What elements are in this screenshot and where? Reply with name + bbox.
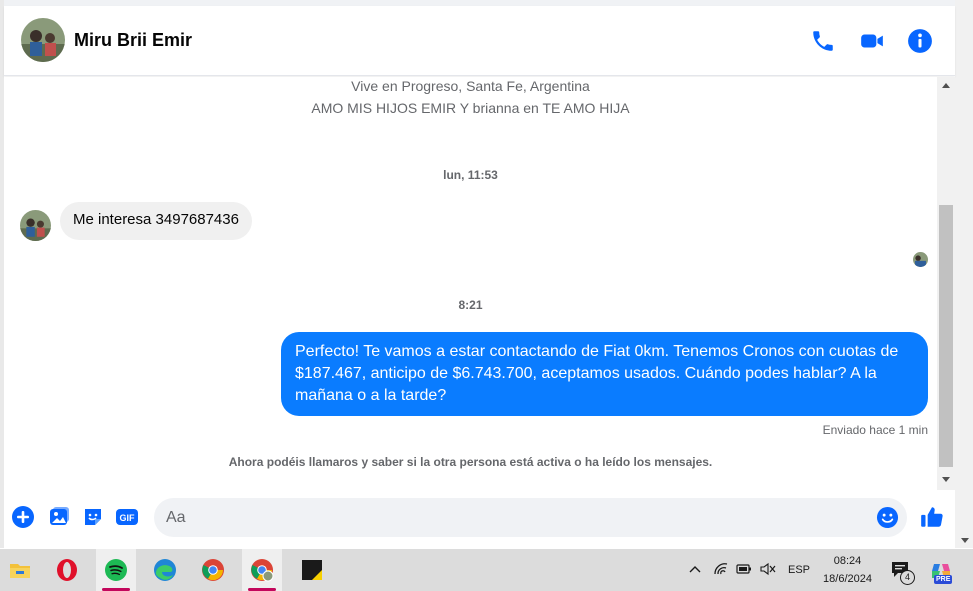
page-scroll-down-icon[interactable] (961, 538, 969, 543)
svg-text:GIF: GIF (120, 513, 136, 523)
message-composer: GIF Aa (4, 490, 955, 548)
edge-icon (154, 559, 176, 581)
clock-date[interactable]: 18/6/2024 (800, 573, 895, 585)
scroll-up-arrow-icon[interactable] (942, 83, 950, 88)
seen-indicator-avatar (913, 252, 928, 267)
file-explorer-app[interactable] (0, 549, 40, 591)
clock-time[interactable]: 08:24 (800, 555, 895, 567)
message-scrollbar[interactable] (937, 77, 955, 490)
volume-muted-icon[interactable] (760, 562, 776, 576)
contact-name[interactable]: Miru Brii Emir (74, 30, 192, 51)
messenger-window: Miru Brii Emir Vive en Progreso, Santa F… (0, 0, 973, 591)
info-icon[interactable] (907, 28, 933, 54)
message-timestamp: lun, 11:53 (443, 168, 498, 182)
sticker-icon[interactable] (81, 505, 105, 529)
message-timestamp: 8:21 (458, 298, 483, 312)
battery-icon[interactable] (736, 563, 752, 575)
notification-count-badge: 4 (900, 570, 915, 585)
chrome-icon (202, 559, 224, 581)
emoji-icon[interactable] (876, 506, 899, 529)
gif-icon[interactable]: GIF (115, 505, 139, 529)
outgoing-message[interactable]: Perfecto! Te vamos a estar contactando d… (281, 332, 928, 416)
chrome-profile-app[interactable] (242, 549, 282, 591)
video-call-icon[interactable] (859, 28, 885, 54)
wifi-icon[interactable] (713, 562, 729, 576)
incoming-message[interactable]: Me interesa 3497687436 (60, 202, 252, 240)
scrollbar-thumb[interactable] (939, 205, 953, 467)
opera-icon (57, 559, 77, 581)
windows-taskbar: ESP 08:24 18/6/2024 4 PRE (0, 549, 973, 591)
sticky-notes-app[interactable] (292, 549, 332, 591)
sent-status: Enviado hace 1 min (822, 423, 928, 437)
message-input-placeholder: Aa (166, 509, 186, 526)
folder-icon (10, 564, 30, 578)
chat-header: Miru Brii Emir (4, 6, 955, 76)
phone-icon[interactable] (810, 28, 836, 54)
scroll-down-arrow-icon[interactable] (942, 477, 950, 482)
profile-location: Vive en Progreso, Santa Fe, Argentina (351, 78, 590, 94)
window-right-strip (955, 0, 973, 548)
copilot-preview-badge: PRE (934, 575, 953, 584)
sender-avatar[interactable] (20, 210, 51, 241)
opera-browser-app[interactable] (47, 549, 87, 591)
spotify-app[interactable] (96, 549, 136, 591)
photo-gallery-icon[interactable] (47, 505, 71, 529)
message-input[interactable]: Aa (154, 498, 907, 537)
info-notice: Ahora podéis llamaros y saber si la otra… (228, 455, 713, 469)
chrome-browser-app[interactable] (193, 549, 233, 591)
message-list[interactable]: Vive en Progreso, Santa Fe, Argentina AM… (4, 77, 937, 490)
chrome-profile-icon (251, 559, 274, 582)
spotify-icon (105, 559, 127, 581)
add-plus-icon[interactable] (11, 505, 35, 529)
profile-bio: AMO MIS HIJOS EMIR Y brianna en TE AMO H… (311, 100, 630, 116)
chevron-up-icon[interactable] (689, 564, 701, 574)
contact-avatar[interactable] (21, 18, 65, 62)
thumbs-up-icon[interactable] (919, 504, 945, 530)
edge-browser-app[interactable] (145, 549, 185, 591)
sticky-notes-icon (302, 560, 322, 580)
